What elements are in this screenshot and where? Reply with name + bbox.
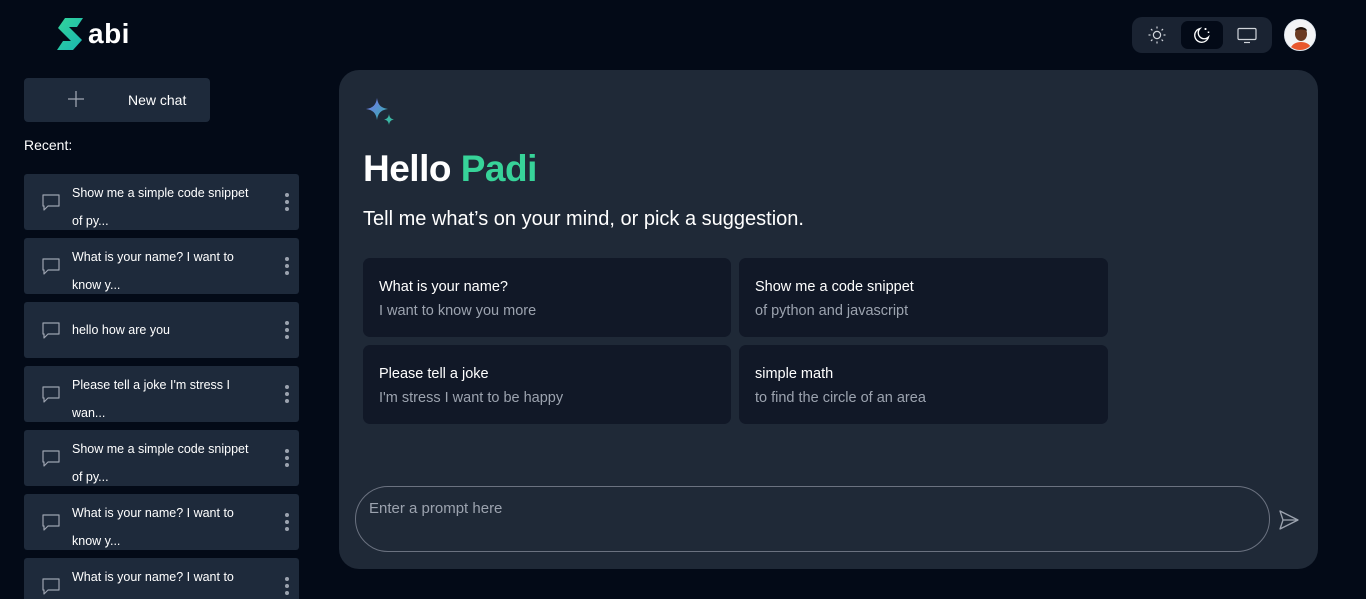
recent-chat-item[interactable]: What is your name? I want to know y... bbox=[24, 494, 299, 550]
avatar-image bbox=[1285, 20, 1315, 50]
suggestion-subtitle: I want to know you more bbox=[379, 303, 537, 319]
sparkle-icon bbox=[366, 98, 394, 125]
more-vertical-icon[interactable] bbox=[283, 192, 291, 212]
recent-chat-item[interactable]: What is your name? I want to know y... bbox=[24, 558, 299, 599]
suggestion-title: Show me a code snippet bbox=[755, 279, 914, 295]
recent-chat-list: Show me a simple code snippet of py... W… bbox=[24, 174, 299, 599]
greeting-heading: Hello Padi bbox=[363, 148, 537, 190]
greeting-tagline: Tell me what’s on your mind, or pick a s… bbox=[363, 208, 804, 230]
suggestion-card[interactable]: Show me a code snippet of python and jav… bbox=[739, 258, 1108, 337]
recent-chat-item[interactable]: Show me a simple code snippet of py... bbox=[24, 430, 299, 486]
moon-icon bbox=[1194, 27, 1210, 43]
recent-chat-title: Please tell a joke I'm stress I wan... bbox=[72, 378, 231, 420]
logo-s-icon bbox=[57, 18, 83, 50]
recent-chat-title: hello how are you bbox=[72, 323, 170, 337]
theme-dark-button[interactable] bbox=[1180, 21, 1224, 49]
recent-chat-title: Show me a simple code snippet of py... bbox=[72, 186, 249, 228]
suggestion-subtitle: of python and javascript bbox=[755, 303, 909, 319]
more-vertical-icon[interactable] bbox=[283, 320, 291, 340]
chat-panel: Hello Padi Tell me what’s on your mind, … bbox=[339, 70, 1318, 569]
user-avatar[interactable] bbox=[1284, 19, 1316, 51]
recent-chat-item[interactable]: What is your name? I want to know y... bbox=[24, 238, 299, 294]
prompt-box bbox=[355, 486, 1270, 552]
recent-chat-title: What is your name? I want to know y... bbox=[72, 570, 234, 599]
chat-bubble-icon bbox=[42, 258, 60, 275]
greeting-prefix: Hello bbox=[363, 148, 461, 189]
theme-switcher bbox=[1132, 17, 1272, 53]
suggestion-subtitle: to find the circle of an area bbox=[755, 390, 926, 406]
recent-chat-item[interactable]: Show me a simple code snippet of py... bbox=[24, 174, 299, 230]
suggestion-card[interactable]: simple math to find the circle of an are… bbox=[739, 345, 1108, 424]
recent-chat-title: What is your name? I want to know y... bbox=[72, 506, 234, 548]
recent-chat-item[interactable]: Please tell a joke I'm stress I wan... bbox=[24, 366, 299, 422]
recent-chat-title: Show me a simple code snippet of py... bbox=[72, 442, 249, 484]
greeting-name: Padi bbox=[460, 148, 538, 189]
suggestion-card[interactable]: What is your name? I want to know you mo… bbox=[363, 258, 731, 337]
more-vertical-icon[interactable] bbox=[283, 448, 291, 468]
chat-bubble-icon bbox=[42, 386, 60, 403]
chat-bubble-icon bbox=[42, 514, 60, 531]
new-chat-button[interactable]: New chat bbox=[24, 78, 210, 122]
theme-system-button[interactable] bbox=[1225, 21, 1268, 49]
suggestion-title: Please tell a joke bbox=[379, 366, 489, 382]
new-chat-label: New chat bbox=[128, 92, 187, 108]
recent-chat-title: What is your name? I want to know y... bbox=[72, 250, 234, 292]
suggestion-title: simple math bbox=[755, 366, 834, 382]
logo-text: abi bbox=[88, 18, 130, 49]
plus-icon bbox=[68, 91, 84, 107]
more-vertical-icon[interactable] bbox=[283, 384, 291, 404]
send-icon[interactable] bbox=[1277, 508, 1301, 532]
chat-bubble-icon bbox=[42, 322, 60, 339]
sun-icon bbox=[1148, 26, 1166, 44]
suggestion-grid: What is your name? I want to know you mo… bbox=[363, 258, 1109, 424]
more-vertical-icon[interactable] bbox=[283, 576, 291, 596]
theme-light-button[interactable] bbox=[1136, 21, 1179, 49]
chat-bubble-icon bbox=[42, 194, 60, 211]
more-vertical-icon[interactable] bbox=[283, 256, 291, 276]
recent-chat-item[interactable]: hello how are you bbox=[24, 302, 299, 358]
prompt-input[interactable] bbox=[356, 487, 1269, 551]
chat-bubble-icon bbox=[42, 578, 60, 595]
suggestion-card[interactable]: Please tell a joke I'm stress I want to … bbox=[363, 345, 731, 424]
suggestion-subtitle: I'm stress I want to be happy bbox=[379, 390, 564, 406]
monitor-icon bbox=[1237, 27, 1257, 44]
app-logo[interactable]: abi bbox=[55, 16, 130, 52]
suggestion-title: What is your name? bbox=[379, 279, 508, 295]
recent-heading: Recent: bbox=[24, 137, 73, 153]
more-vertical-icon[interactable] bbox=[283, 512, 291, 532]
chat-bubble-icon bbox=[42, 450, 60, 467]
